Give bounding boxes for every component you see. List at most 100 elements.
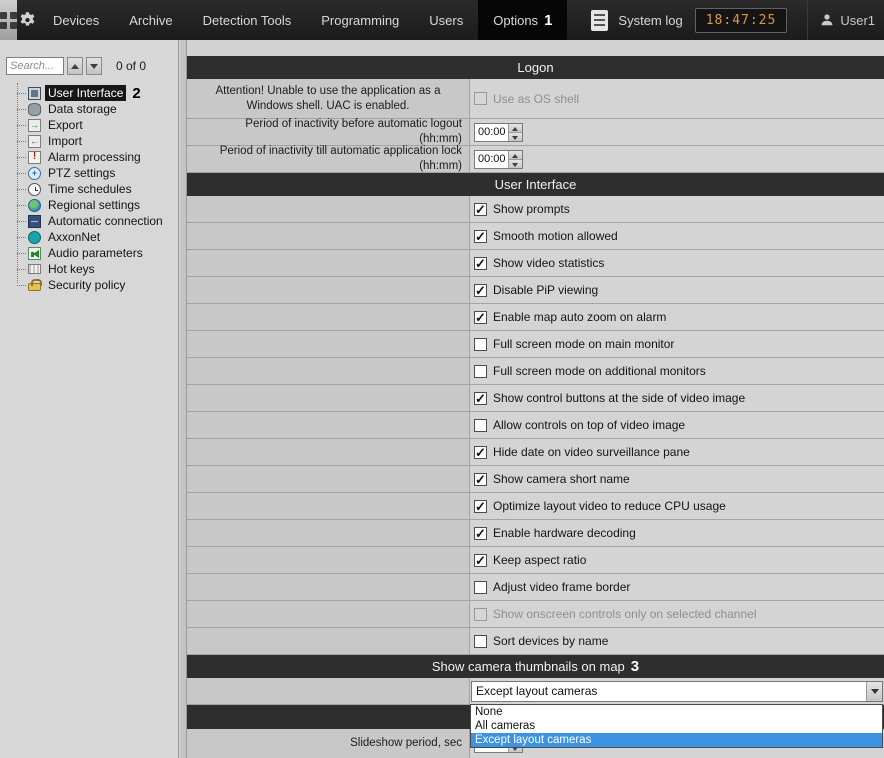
checkbox-label: Keep aspect ratio [493, 553, 586, 567]
tree-item[interactable]: Hot keys [10, 261, 178, 277]
checkbox[interactable] [474, 311, 487, 324]
annotation-1: 1 [544, 12, 552, 29]
checkbox-cell: Optimize layout video to reduce CPU usag… [470, 493, 884, 519]
tree-item[interactable]: Data storage [10, 101, 178, 117]
dropdown-option[interactable]: All cameras [471, 719, 882, 733]
tree-item[interactable]: User Interface 2 [10, 85, 178, 101]
apps-grid-button[interactable] [0, 0, 17, 40]
checkbox-label: Adjust video frame border [493, 580, 630, 594]
row-label-spacer [187, 223, 470, 249]
menu-item-system-log[interactable]: System log [608, 0, 694, 40]
tree-item[interactable]: Export [10, 117, 178, 133]
tree-item[interactable]: Regional settings [10, 197, 178, 213]
checkbox-label: Disable PiP viewing [493, 283, 598, 297]
spin-up-button[interactable] [509, 124, 522, 133]
checkbox[interactable] [474, 203, 487, 216]
clock-icon [28, 183, 41, 196]
tree-item[interactable]: Audio parameters [10, 245, 178, 261]
checkbox-row: Allow controls on top of video image [187, 412, 884, 439]
checkbox-row: Show prompts [187, 196, 884, 223]
sidebar-search: 0 of 0 [6, 57, 172, 75]
checkbox-cell: Full screen mode on main monitor [470, 331, 884, 357]
checkbox[interactable] [474, 635, 487, 648]
tree-item[interactable]: Security policy [10, 277, 178, 293]
lock-icon [28, 283, 41, 291]
section-title: Show camera thumbnails on map [432, 659, 625, 674]
combobox-arrow-button[interactable] [866, 682, 882, 701]
user-name: User1 [840, 13, 875, 28]
checkbox[interactable] [474, 446, 487, 459]
menu-item[interactable]: Options 1 [478, 0, 567, 40]
tree-item[interactable]: Alarm processing [10, 149, 178, 165]
ptz-icon [28, 167, 41, 180]
section-header-logon: Logon [187, 56, 884, 79]
spin-buttons [508, 151, 522, 168]
globe-icon [28, 199, 41, 212]
tree-item[interactable]: PTZ settings [10, 165, 178, 181]
settings-tree: User Interface 2 Data storage Export Imp… [10, 85, 178, 293]
search-prev-button[interactable] [67, 57, 83, 75]
spin-down-button[interactable] [509, 160, 522, 168]
checkbox-cell: Adjust video frame border [470, 574, 884, 600]
settings-gear-button[interactable] [17, 0, 38, 40]
spin-down-button[interactable] [509, 133, 522, 141]
chevron-down-icon [871, 689, 879, 694]
checkbox[interactable] [474, 230, 487, 243]
menu-item[interactable]: Users [414, 0, 478, 40]
checkbox[interactable] [474, 500, 487, 513]
logout-period-control: 00:00 [470, 119, 884, 145]
tree-item[interactable]: Time schedules [10, 181, 178, 197]
search-next-button[interactable] [86, 57, 102, 75]
row-label-spacer [187, 547, 470, 573]
tree-item[interactable]: AxxonNet [10, 229, 178, 245]
menu-item[interactable]: Detection Tools [188, 0, 307, 40]
keyboard-icon [28, 264, 41, 274]
logout-period-spinner: 00:00 [474, 123, 523, 142]
checkbox[interactable] [474, 581, 487, 594]
checkbox-cell: Show video statistics [470, 250, 884, 276]
monitor-icon [28, 87, 41, 100]
checkbox-row: Disable PiP viewing [187, 277, 884, 304]
checkbox-label: Smooth motion allowed [493, 229, 618, 243]
menu-item[interactable]: Programming [306, 0, 414, 40]
tree-item[interactable]: Import [10, 133, 178, 149]
menu-item[interactable]: Devices [38, 0, 114, 40]
checkbox-row: Enable map auto zoom on alarm [187, 304, 884, 331]
checkbox[interactable] [474, 365, 487, 378]
lock-period-row: Period of inactivity till automatic appl… [187, 146, 884, 173]
checkbox-row: Show video statistics [187, 250, 884, 277]
row-label-spacer [187, 466, 470, 492]
checkbox[interactable] [474, 392, 487, 405]
checkbox-row: Hide date on video surveillance pane [187, 439, 884, 466]
checkbox[interactable] [474, 419, 487, 432]
import-icon [28, 135, 41, 148]
checkbox[interactable] [474, 608, 487, 621]
checkbox[interactable] [474, 284, 487, 297]
row-label-spacer [187, 574, 470, 600]
row-label-spacer [187, 678, 470, 704]
logout-period-value[interactable]: 00:00 [475, 124, 508, 141]
checkbox[interactable] [474, 527, 487, 540]
checkbox[interactable] [474, 473, 487, 486]
user-menu[interactable]: User1 [807, 0, 884, 40]
row-label-spacer [187, 628, 470, 654]
lock-period-value[interactable]: 00:00 [475, 151, 508, 168]
checkbox-row: Sort devices by name [187, 628, 884, 655]
tree-item[interactable]: Automatic connection [10, 213, 178, 229]
slideshow-period-label: Slideshow period, sec [187, 729, 470, 758]
thumbnails-mode-combobox[interactable]: Except layout cameras [471, 681, 883, 702]
system-log-button[interactable] [591, 0, 608, 40]
settings-panel: Logon Attention! Unable to use the appli… [187, 40, 884, 758]
checkbox[interactable] [474, 554, 487, 567]
checkbox[interactable] [474, 338, 487, 351]
dropdown-option[interactable]: Except layout cameras [471, 733, 882, 747]
checkbox-label: Show video statistics [493, 256, 604, 270]
dropdown-option[interactable]: None [471, 705, 882, 719]
chevron-down-icon [90, 64, 98, 69]
spin-up-button[interactable] [509, 151, 522, 160]
sidebar-splitter[interactable] [180, 40, 187, 758]
checkbox-label: Full screen mode on main monitor [493, 337, 674, 351]
menu-item[interactable]: Archive [114, 0, 187, 40]
search-input[interactable] [6, 57, 64, 75]
checkbox[interactable] [474, 257, 487, 270]
